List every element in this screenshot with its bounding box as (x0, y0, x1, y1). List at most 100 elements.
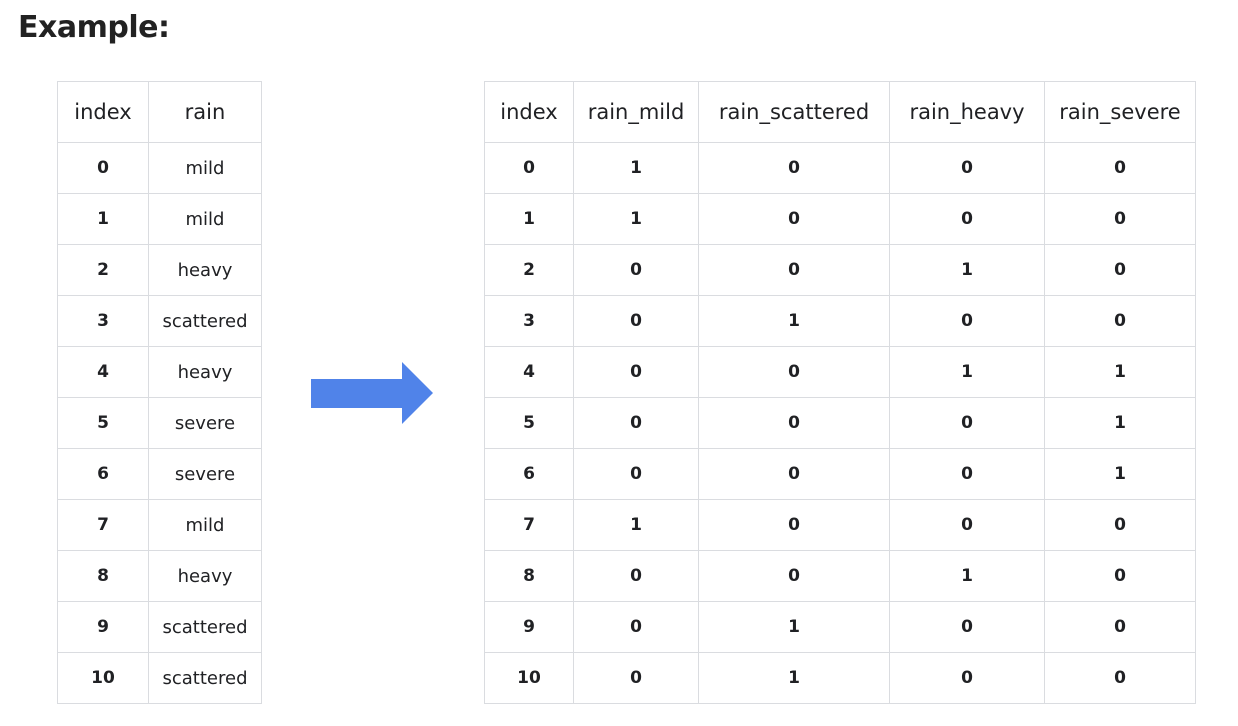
table-cell: 1 (1044, 397, 1196, 449)
index-cell: 5 (57, 397, 149, 449)
table-cell: mild (148, 499, 262, 551)
table-cell: 0 (889, 448, 1045, 500)
one-hot-table: index rain_mild rain_scattered rain_heav… (484, 81, 1196, 704)
header-row: index rain (57, 81, 262, 143)
table-cell: 0 (889, 601, 1045, 653)
table-cell: 1 (573, 142, 699, 194)
index-cell: 8 (57, 550, 149, 602)
table-cell: 0 (889, 295, 1045, 347)
column-header: index (484, 81, 574, 143)
table-row: 90100 (484, 601, 1196, 653)
index-cell: 6 (484, 448, 574, 500)
table-cell: 1 (889, 346, 1045, 398)
index-cell: 5 (484, 397, 574, 449)
table-cell: 1 (698, 295, 890, 347)
table-cell: scattered (148, 601, 262, 653)
right-arrow-icon (311, 362, 433, 424)
index-cell: 1 (484, 193, 574, 245)
table-cell: 1 (1044, 448, 1196, 500)
table-cell: mild (148, 193, 262, 245)
table-row: 10 scattered (57, 652, 262, 704)
index-cell: 4 (484, 346, 574, 398)
table-cell: 0 (889, 142, 1045, 194)
table-row: 20010 (484, 244, 1196, 296)
table-cell: 0 (573, 652, 699, 704)
table-cell: 0 (1044, 550, 1196, 602)
table-cell: 0 (1044, 652, 1196, 704)
table-cell: 0 (698, 448, 890, 500)
table-cell: 0 (573, 397, 699, 449)
table-cell: heavy (148, 550, 262, 602)
table-cell: 0 (698, 550, 890, 602)
table-cell: 0 (698, 193, 890, 245)
table-row: 4 heavy (57, 346, 262, 398)
index-cell: 7 (484, 499, 574, 551)
table-cell: heavy (148, 244, 262, 296)
table-row: 2 heavy (57, 244, 262, 296)
table-cell: 1 (889, 244, 1045, 296)
table-cell: 1 (698, 601, 890, 653)
column-header: rain_mild (573, 81, 699, 143)
table-row: 3 scattered (57, 295, 262, 347)
index-cell: 1 (57, 193, 149, 245)
table-row: 5 severe (57, 397, 262, 449)
table-cell: 0 (1044, 499, 1196, 551)
header-row: index rain_mild rain_scattered rain_heav… (484, 81, 1196, 143)
table-cell: 0 (698, 244, 890, 296)
index-cell: 10 (484, 652, 574, 704)
column-header: rain_scattered (698, 81, 890, 143)
table-cell: scattered (148, 652, 262, 704)
table-cell: severe (148, 448, 262, 500)
table-row: 01000 (484, 142, 1196, 194)
table-cell: 1 (698, 652, 890, 704)
index-cell: 2 (484, 244, 574, 296)
table-cell: 0 (573, 550, 699, 602)
table-cell: scattered (148, 295, 262, 347)
table-cell: 0 (1044, 142, 1196, 194)
source-table: index rain 0 mild 1 mild 2 heavy 3 scattered 4 he… (57, 81, 262, 704)
table-cell: 1 (1044, 346, 1196, 398)
table-cell: 0 (1044, 244, 1196, 296)
table-cell: 1 (889, 550, 1045, 602)
table-cell: 0 (698, 499, 890, 551)
index-cell: 6 (57, 448, 149, 500)
table-row: 11000 (484, 193, 1196, 245)
table-cell: 0 (698, 346, 890, 398)
table-cell: 0 (573, 346, 699, 398)
index-cell: 3 (484, 295, 574, 347)
table-row: 80010 (484, 550, 1196, 602)
table-cell: 0 (573, 601, 699, 653)
table-row: 0 mild (57, 142, 262, 194)
table-row: 71000 (484, 499, 1196, 551)
table-cell: 0 (1044, 295, 1196, 347)
table-cell: 0 (698, 142, 890, 194)
index-cell: 3 (57, 295, 149, 347)
index-cell: 10 (57, 652, 149, 704)
column-header: rain_severe (1044, 81, 1196, 143)
table-cell: 0 (573, 448, 699, 500)
table-cell: 1 (573, 193, 699, 245)
table-cell: mild (148, 142, 262, 194)
index-cell: 7 (57, 499, 149, 551)
table-row: 8 heavy (57, 550, 262, 602)
index-cell: 0 (57, 142, 149, 194)
table-row: 60001 (484, 448, 1196, 500)
table-cell: 0 (889, 652, 1045, 704)
column-header: rain (148, 81, 262, 143)
table-cell: 0 (889, 499, 1045, 551)
table-row: 1 mild (57, 193, 262, 245)
table-row: 30100 (484, 295, 1196, 347)
table-cell: 0 (573, 244, 699, 296)
table-row: 9 scattered (57, 601, 262, 653)
index-cell: 2 (57, 244, 149, 296)
table-row: 10 0 1 0 0 (484, 652, 1196, 704)
table-cell: 0 (889, 193, 1045, 245)
column-header: index (57, 81, 149, 143)
index-cell: 4 (57, 346, 149, 398)
table-cell: 0 (1044, 601, 1196, 653)
table-row: 40011 (484, 346, 1196, 398)
index-cell: 9 (484, 601, 574, 653)
table-cell: 0 (1044, 193, 1196, 245)
table-cell: 0 (573, 295, 699, 347)
index-cell: 8 (484, 550, 574, 602)
